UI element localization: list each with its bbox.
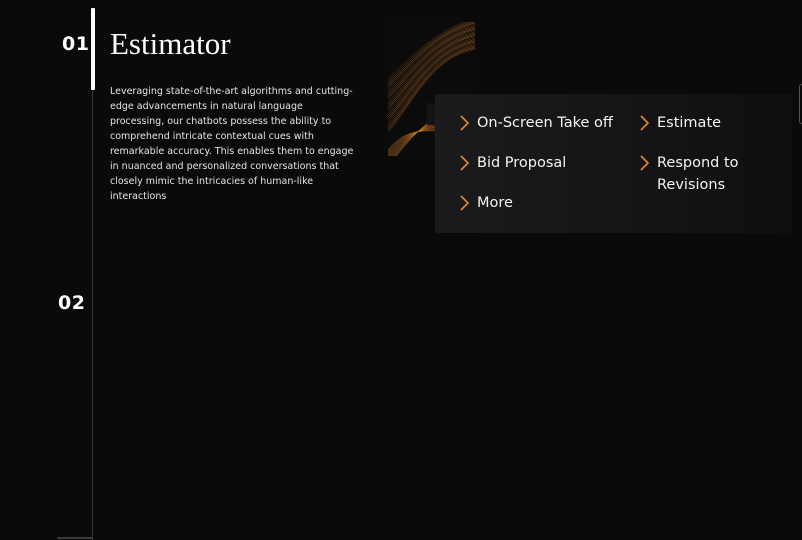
menu-item-on-screen-take-off[interactable]: On-Screen Take off: [457, 112, 613, 134]
chevron-right-icon: [460, 195, 470, 211]
menu-item-estimate[interactable]: Estimate: [637, 112, 721, 134]
panel-notch: [427, 103, 435, 125]
section-description: Leveraging state-of-the-art algorithms a…: [110, 86, 354, 202]
chevron-right-icon: [640, 115, 650, 131]
menu-item-label: Bid Proposal: [477, 155, 567, 171]
menu-item-label: Respond to Revisions: [657, 155, 739, 193]
step-number-02[interactable]: 02: [58, 292, 85, 314]
menu-item-more[interactable]: More: [457, 192, 513, 214]
menu-item-label: Estimate: [657, 115, 722, 131]
wave-line: [388, 23, 475, 90]
timeline-active-indicator: [91, 8, 95, 90]
menu-item-bid-proposal[interactable]: Bid Proposal: [457, 152, 566, 174]
menu-item-label: On-Screen Take off: [477, 115, 613, 131]
wave-line: [388, 29, 475, 98]
step-number-01[interactable]: 01: [62, 33, 89, 55]
chevron-right-icon: [460, 155, 470, 171]
menu-item-label: More: [477, 195, 513, 211]
chevron-right-icon: [640, 155, 650, 171]
step-next-marker: [57, 537, 93, 539]
section-title: Estimator: [110, 26, 231, 61]
menu-item-respond-to-revisions[interactable]: Respond to Revisions: [637, 152, 777, 196]
feature-menu-panel: On-Screen Take off Estimate Bid Proposal…: [435, 94, 792, 233]
chevron-right-icon: [460, 115, 470, 131]
